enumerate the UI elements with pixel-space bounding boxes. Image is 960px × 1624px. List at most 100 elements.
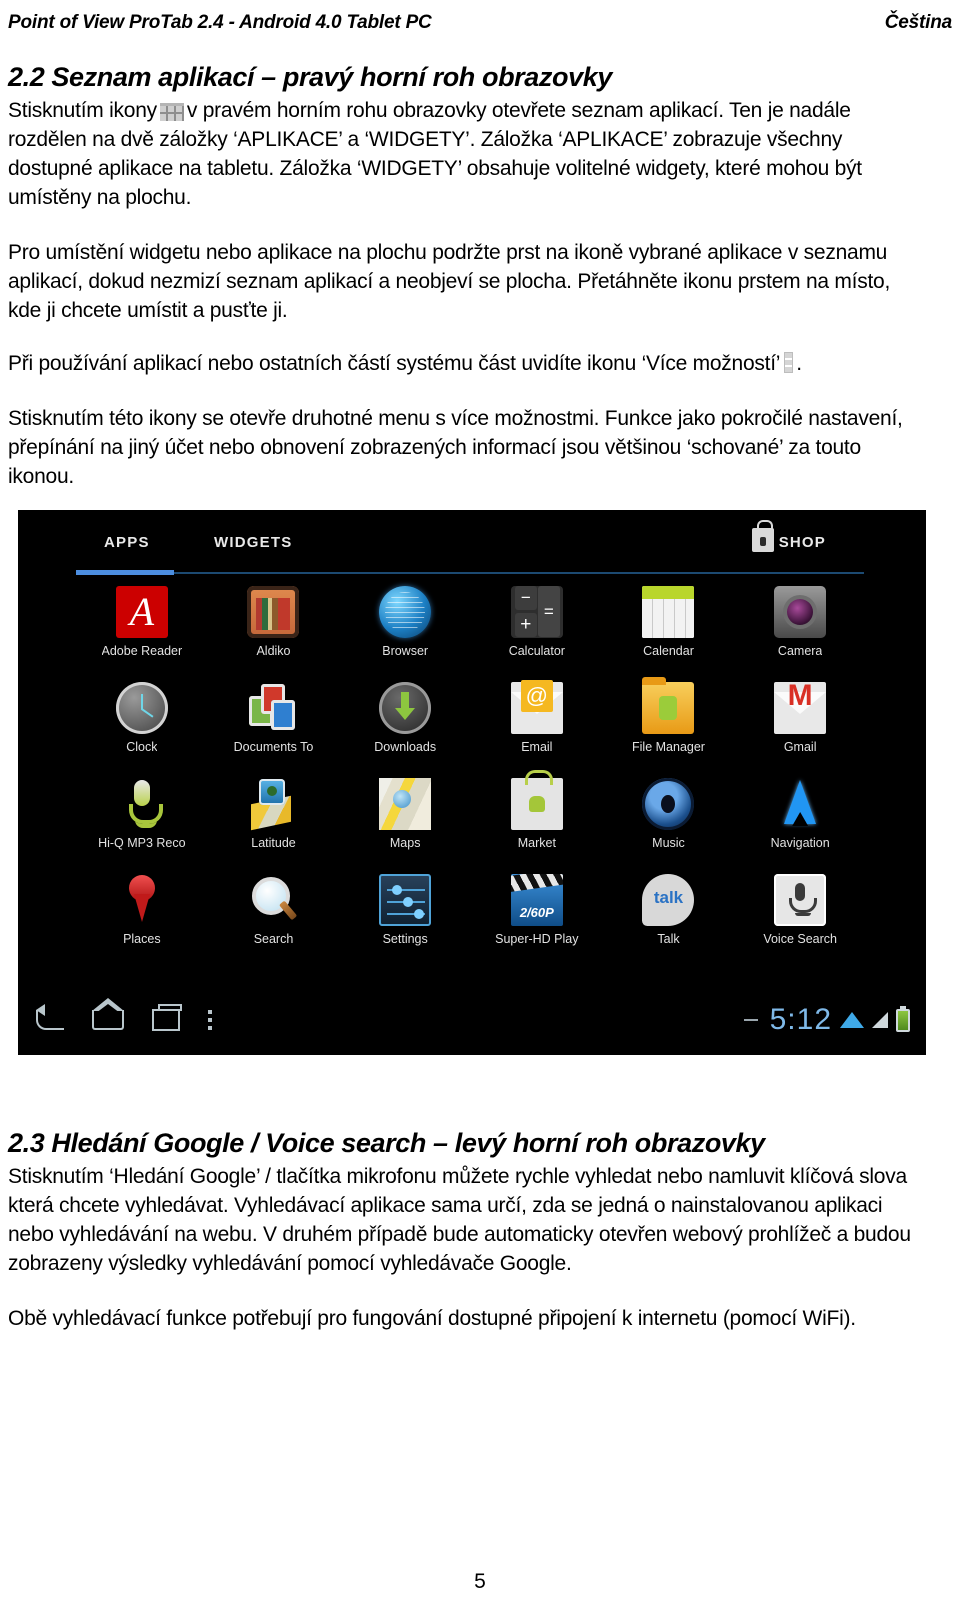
page-number: 5: [474, 1570, 486, 1593]
gmail-icon[interactable]: [774, 681, 827, 734]
app-item-market[interactable]: Market: [471, 770, 603, 870]
apps-grid-icon: [159, 102, 184, 121]
app-label: Market: [517, 836, 556, 850]
clock-icon[interactable]: [115, 682, 168, 734]
shopping-bag-icon[interactable]: [752, 520, 774, 552]
app-item-calculator[interactable]: = Calculator: [471, 582, 603, 678]
section-2-3-paragraph-2: Obě vyhledávací funkce potřebují pro fun…: [8, 1306, 856, 1330]
app-label: Downloads: [374, 740, 437, 754]
app-item-clock[interactable]: Clock: [76, 678, 208, 774]
calendar-icon[interactable]: [642, 586, 695, 638]
tab-widgets[interactable]: WIDGETS: [214, 534, 292, 551]
language-label: Čeština: [884, 12, 952, 33]
app-grid: Adobe Reader Aldiko Browser = Calculator…: [76, 582, 866, 966]
settings-sliders-icon[interactable]: [379, 874, 432, 926]
app-item-navigation[interactable]: Navigation: [734, 774, 866, 870]
section-2-3-paragraph-1: Stisknutím ‘Hledání Google’ / tlačítka m…: [8, 1164, 911, 1275]
talk-bubble-icon[interactable]: [642, 874, 695, 926]
system-status-area[interactable]: 5:12: [743, 1001, 910, 1039]
app-item-email[interactable]: Email: [471, 678, 603, 774]
app-item-calendar[interactable]: Calendar: [603, 582, 735, 678]
video-clapper-icon[interactable]: [510, 874, 563, 926]
app-label: Browser: [382, 644, 429, 658]
para3-text-before-icon: Při používání aplikací nebo ostatních čá…: [8, 351, 781, 375]
app-item-camera[interactable]: Camera: [734, 582, 866, 678]
app-item-settings[interactable]: Settings: [339, 870, 471, 966]
app-item-search[interactable]: Search: [208, 870, 340, 966]
app-label: Documents To: [233, 740, 314, 754]
voice-search-icon[interactable]: [774, 874, 827, 926]
app-label: Email: [521, 740, 553, 754]
app-label: Calendar: [643, 644, 694, 658]
calculator-icon[interactable]: =: [510, 586, 563, 638]
system-nav-buttons: [36, 998, 212, 1031]
tab-underline-track: [76, 572, 864, 574]
app-item-gmail[interactable]: Gmail: [734, 678, 866, 774]
shop-button-label[interactable]: SHOP: [779, 534, 826, 551]
app-label: Voice Search: [763, 932, 837, 946]
status-clock: 5:12: [769, 1003, 832, 1036]
aldiko-icon[interactable]: [247, 586, 300, 638]
section-2-3-title: 2.3 Hledání Google / Voice search – levý…: [8, 1128, 765, 1158]
latitude-icon[interactable]: [247, 778, 299, 831]
app-label: Latitude: [251, 836, 296, 850]
magnifier-icon[interactable]: [247, 874, 299, 926]
app-item-maps[interactable]: Maps: [339, 774, 471, 870]
back-icon[interactable]: [36, 1004, 64, 1030]
app-label: Talk: [657, 932, 680, 946]
app-item-hi-q-mp3-recorder[interactable]: Hi-Q MP3 Reco: [76, 774, 208, 870]
navigation-arrow-icon[interactable]: [774, 778, 826, 830]
app-item-adobe-reader[interactable]: Adobe Reader: [76, 582, 208, 678]
app-label: Calculator: [508, 644, 565, 658]
microphone-icon[interactable]: [116, 778, 168, 830]
places-pin-icon[interactable]: [116, 874, 168, 926]
app-item-aldiko[interactable]: Aldiko: [208, 582, 340, 678]
recents-icon[interactable]: [152, 1004, 182, 1031]
para1-text-before-icon: Stisknutím ikony: [8, 98, 157, 122]
document-title: Point of View ProTab 2.4 - Android 4.0 T…: [8, 12, 432, 33]
app-item-music[interactable]: Music: [603, 774, 735, 870]
camera-icon[interactable]: [774, 586, 827, 638]
section-2-2-title: 2.2 Seznam aplikací – pravý horní roh ob…: [8, 62, 612, 92]
documents-to-go-icon[interactable]: [247, 682, 299, 734]
app-label: Places: [123, 932, 161, 946]
adobe-reader-icon[interactable]: [115, 586, 168, 638]
header-divider: [0, 46, 960, 47]
app-item-voice-search[interactable]: Voice Search: [734, 870, 866, 966]
market-icon[interactable]: [510, 770, 563, 830]
more-options-icon[interactable]: [208, 1010, 212, 1030]
tab-underline-active: [76, 570, 174, 575]
more-options-icon: [784, 351, 794, 373]
app-drawer-tab-bar: APPS WIDGETS SHOP: [18, 520, 926, 578]
tablet-screenshot-figure: APPS WIDGETS SHOP Adobe Reader Aldiko Br…: [18, 510, 926, 1055]
app-item-super-hd-player[interactable]: Super-HD Play: [471, 870, 603, 966]
app-item-downloads[interactable]: Downloads: [339, 678, 471, 774]
tab-apps[interactable]: APPS: [104, 534, 150, 551]
music-icon[interactable]: [642, 778, 695, 830]
app-label: Aldiko: [256, 644, 291, 658]
app-item-browser[interactable]: Browser: [339, 582, 471, 678]
app-label: Super-HD Play: [495, 932, 579, 946]
app-label: Camera: [777, 644, 823, 658]
app-label: Adobe Reader: [101, 644, 183, 658]
app-item-places[interactable]: Places: [76, 870, 208, 966]
downloads-icon[interactable]: [379, 682, 432, 734]
maps-icon[interactable]: [379, 778, 432, 830]
home-icon[interactable]: [92, 998, 124, 1030]
section-2-2-paragraph-3: Při používání aplikací nebo ostatních čá…: [8, 349, 924, 378]
section-2-2: 2.2 Seznam aplikací – pravý horní roh ob…: [8, 62, 924, 491]
page-running-header: Point of View ProTab 2.4 - Android 4.0 T…: [0, 0, 960, 46]
file-manager-icon[interactable]: [642, 677, 695, 734]
app-label: Settings: [382, 932, 428, 946]
app-item-talk[interactable]: Talk: [603, 870, 735, 966]
app-item-documents-to-go[interactable]: Documents To: [208, 678, 340, 774]
app-label: Music: [652, 836, 685, 850]
app-item-file-manager[interactable]: File Manager: [603, 677, 735, 774]
app-item-latitude[interactable]: Latitude: [208, 774, 340, 870]
para3-text-after-icon: .: [796, 351, 802, 375]
browser-icon[interactable]: [379, 586, 432, 638]
system-navigation-bar: 5:12: [18, 997, 926, 1055]
email-icon[interactable]: [510, 680, 563, 734]
signal-icon: [872, 1012, 888, 1028]
app-label: Hi-Q MP3 Reco: [98, 836, 186, 850]
